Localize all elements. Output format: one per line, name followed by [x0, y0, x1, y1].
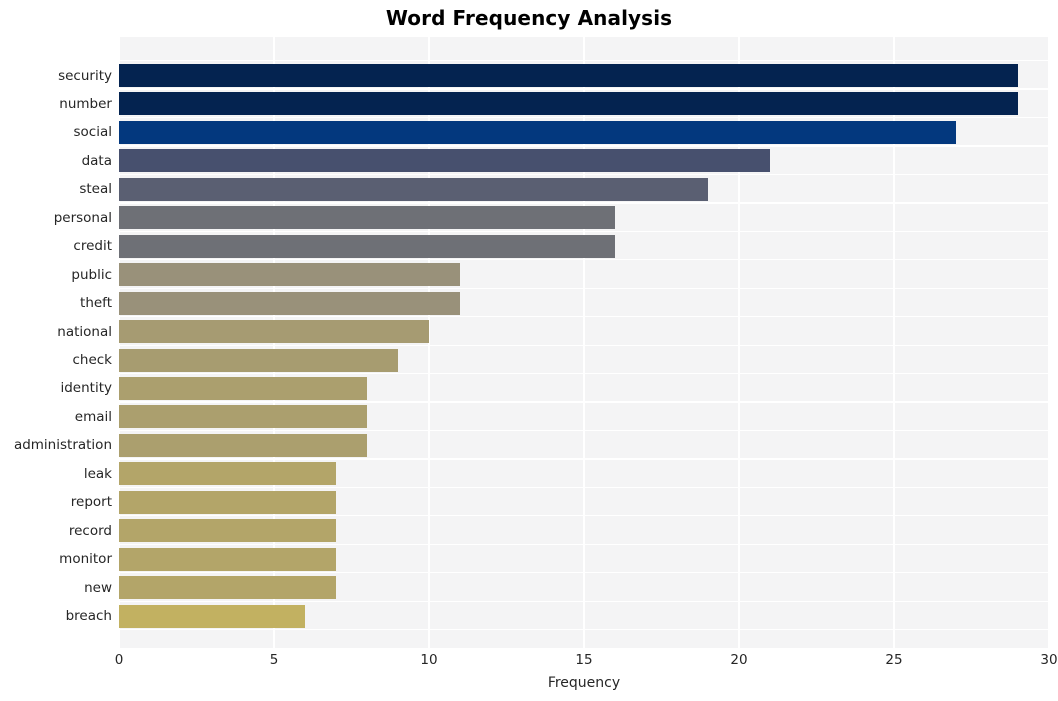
bar: [119, 462, 336, 486]
bar: [119, 376, 367, 400]
y-axis-tick-label: public: [71, 266, 112, 283]
y-axis-tick-label: theft: [80, 295, 112, 312]
chart-title: Word Frequency Analysis: [385, 6, 673, 30]
x-axis-tick-label: 0: [114, 652, 124, 668]
bar: [119, 348, 398, 372]
y-axis-tick-label: personal: [53, 209, 112, 226]
bar: [119, 405, 367, 429]
bar: [119, 433, 367, 457]
bar: [119, 519, 336, 543]
y-axis-tick-label: record: [68, 522, 112, 539]
y-axis-tick-label: identity: [60, 380, 112, 397]
y-axis-tick-label: number: [59, 95, 112, 112]
y-axis-tick-label: security: [58, 67, 112, 84]
bar: [119, 92, 1018, 116]
word-frequency-chart: Word Frequency Analysis security number so…: [0, 0, 1058, 701]
y-axis-tick-label: breach: [65, 608, 112, 625]
bar: [119, 604, 305, 628]
x-axis-tick-label: 20: [730, 652, 748, 668]
bar: [119, 149, 770, 173]
y-axis-tick-label: credit: [73, 238, 112, 255]
y-axis-tick-labels: security number social data steal personal cre…: [0, 37, 112, 648]
bar: [119, 547, 336, 571]
bar: [119, 64, 1018, 87]
x-axis-tick-labels: 0 5 10 15 20 25 30: [115, 652, 1058, 672]
bar: [119, 291, 460, 315]
y-axis-tick-label: report: [70, 494, 112, 511]
y-axis-tick-label: administration: [13, 437, 112, 454]
plot-area: [118, 37, 1050, 648]
bar: [119, 120, 956, 144]
x-axis-tick-label: 30: [1040, 652, 1058, 668]
y-axis-tick-label: leak: [83, 465, 112, 482]
bars-layer: [119, 37, 1049, 648]
y-axis-tick-label: social: [73, 124, 113, 141]
x-axis-tick-label: 5: [269, 652, 279, 668]
bar: [119, 177, 708, 201]
y-axis-tick-label: check: [72, 352, 112, 368]
bar: [119, 490, 336, 514]
y-axis-tick-label: data: [81, 152, 112, 169]
x-axis-tick-label: 10: [420, 652, 438, 668]
x-axis-title: Frequency: [547, 675, 621, 691]
bar: [119, 206, 615, 230]
y-axis-tick-label: steal: [79, 181, 112, 198]
y-axis-tick-label: email: [74, 408, 112, 425]
bar: [119, 234, 615, 258]
x-axis-tick-label: 25: [885, 652, 903, 668]
y-axis-tick-label: new: [84, 579, 112, 596]
x-axis-tick-label: 15: [575, 652, 593, 668]
bar: [119, 320, 429, 344]
y-axis-tick-label: national: [57, 323, 112, 340]
bar: [119, 263, 460, 287]
bar: [119, 576, 336, 600]
y-axis-tick-label: monitor: [59, 551, 112, 568]
